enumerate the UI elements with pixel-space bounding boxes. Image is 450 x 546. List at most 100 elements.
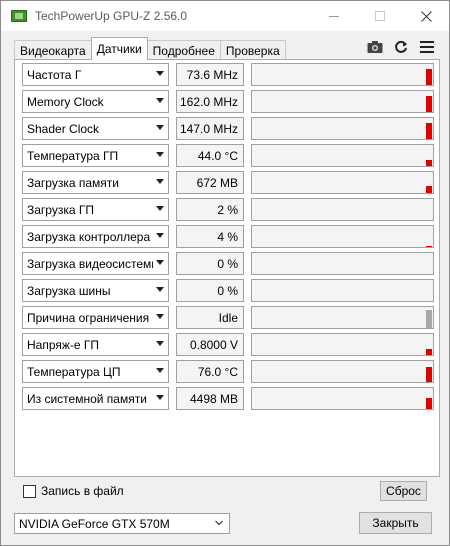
sensor-graph[interactable] xyxy=(251,90,434,113)
sensor-graph[interactable] xyxy=(251,333,434,356)
sensor-row: Загрузка шины 0 % xyxy=(22,279,434,302)
dropdown-arrow-icon xyxy=(156,314,164,319)
sensor-name-dropdown[interactable]: Загрузка памяти xyxy=(22,171,169,194)
sensor-row: Загрузка видеосистемы 0 % xyxy=(22,252,434,275)
sensors-panel: Частота Г 73.6 MHz Memory Clock 162.0 MHz Sh… xyxy=(14,59,440,477)
close-window-button[interactable] xyxy=(403,1,449,31)
sensor-value: 76.0 °C xyxy=(176,360,244,383)
sensor-graph-bar xyxy=(426,160,432,166)
dropdown-arrow-icon xyxy=(156,125,164,130)
window-controls xyxy=(311,1,449,31)
sensor-name-dropdown[interactable]: Напряж-е ГП xyxy=(22,333,169,356)
sensor-graph-bar xyxy=(426,69,432,85)
tab-graphics-card[interactable]: Видеокарта xyxy=(14,40,92,60)
sensor-name-label: Memory Clock xyxy=(27,94,104,109)
sensor-graph[interactable] xyxy=(251,144,434,167)
dropdown-arrow-icon xyxy=(156,179,164,184)
dropdown-arrow-icon xyxy=(156,395,164,400)
sensor-graph-bar xyxy=(426,349,432,355)
sensor-graph-bar xyxy=(426,310,432,328)
menu-icon[interactable] xyxy=(419,39,435,55)
minimize-button[interactable] xyxy=(311,1,357,31)
sensor-graph[interactable] xyxy=(251,171,434,194)
sensor-name-dropdown[interactable]: Загрузка ГП xyxy=(22,198,169,221)
log-to-file-row[interactable]: Запись в файл xyxy=(23,484,124,498)
sensor-graph-bar xyxy=(426,367,432,382)
sensor-row: Загрузка контроллера памяти 4 % xyxy=(22,225,434,248)
sensor-graph-bar xyxy=(426,96,432,112)
sensor-graph[interactable] xyxy=(251,117,434,140)
minimize-icon xyxy=(329,15,339,17)
sensor-graph[interactable] xyxy=(251,225,434,248)
toolbar xyxy=(367,39,435,55)
sensor-name-label: Загрузка памяти xyxy=(27,175,119,190)
sensor-value: Idle xyxy=(176,306,244,329)
sensor-graph-bar xyxy=(426,398,432,409)
log-to-file-label: Запись в файл xyxy=(41,484,124,498)
sensor-name-label: Загрузка видеосистемы xyxy=(27,256,153,271)
sensor-graph[interactable] xyxy=(251,279,434,302)
sensor-name-label: Shader Clock xyxy=(27,121,100,136)
sensor-row: Загрузка ГП 2 % xyxy=(22,198,434,221)
maximize-button[interactable] xyxy=(357,1,403,31)
sensor-value: 44.0 °C xyxy=(176,144,244,167)
refresh-icon[interactable] xyxy=(393,39,409,55)
gpuz-app-icon xyxy=(11,10,27,22)
gpu-select[interactable]: NVIDIA GeForce GTX 570M xyxy=(14,513,230,534)
sensor-name-label: Причина ограничения xyxy=(27,310,150,325)
sensor-name-dropdown[interactable]: Частота Г xyxy=(22,63,169,86)
sensor-name-dropdown[interactable]: Shader Clock xyxy=(22,117,169,140)
sensor-graph[interactable] xyxy=(251,63,434,86)
chevron-down-icon xyxy=(215,520,223,526)
log-to-file-checkbox[interactable] xyxy=(23,484,36,498)
tab-advanced[interactable]: Подробнее xyxy=(146,40,221,60)
gpu-select-value: NVIDIA GeForce GTX 570M xyxy=(19,516,170,531)
camera-icon[interactable] xyxy=(367,39,383,55)
sensor-name-label: Напряж-е ГП xyxy=(27,337,100,352)
sensor-row: Температура ЦП 76.0 °C xyxy=(22,360,434,383)
tab-bar: Видеокарта Датчики Подробнее Проверка xyxy=(1,36,449,60)
sensor-name-label: Частота Г xyxy=(27,67,82,82)
sensor-name-dropdown[interactable]: Причина ограничения xyxy=(22,306,169,329)
sensor-graph[interactable] xyxy=(251,387,434,410)
sensor-value: 162.0 MHz xyxy=(176,90,244,113)
window-title: TechPowerUp GPU-Z 2.56.0 xyxy=(35,9,188,23)
sensor-name-dropdown[interactable]: Загрузка шины xyxy=(22,279,169,302)
sensor-name-label: Загрузка контроллера памяти xyxy=(27,229,153,244)
maximize-icon xyxy=(375,11,385,21)
title-bar[interactable]: TechPowerUp GPU-Z 2.56.0 xyxy=(1,1,449,31)
sensor-name-dropdown[interactable]: Memory Clock xyxy=(22,90,169,113)
tab-sensors[interactable]: Датчики xyxy=(90,37,148,60)
reset-button[interactable]: Сброс xyxy=(380,481,427,501)
sensor-name-label: Загрузка шины xyxy=(27,283,111,298)
dropdown-arrow-icon xyxy=(156,341,164,346)
sensor-name-dropdown[interactable]: Загрузка контроллера памяти xyxy=(22,225,169,248)
sensor-row: Memory Clock 162.0 MHz xyxy=(22,90,434,113)
sensor-name-dropdown[interactable]: Температура ЦП xyxy=(22,360,169,383)
dropdown-arrow-icon xyxy=(156,71,164,76)
sensor-name-dropdown[interactable]: Загрузка видеосистемы xyxy=(22,252,169,275)
sensor-row: Загрузка памяти 672 MB xyxy=(22,171,434,194)
sensor-name-dropdown[interactable]: Температура ГП xyxy=(22,144,169,167)
close-button[interactable]: Закрыть xyxy=(359,512,432,534)
sensor-name-dropdown[interactable]: Из системной памяти xyxy=(22,387,169,410)
sensor-row: Напряж-е ГП 0.8000 V xyxy=(22,333,434,356)
sensor-value: 0 % xyxy=(176,252,244,275)
sensor-row: Shader Clock 147.0 MHz xyxy=(22,117,434,140)
sensor-row: Из системной памяти 4498 MB xyxy=(22,387,434,410)
sensor-value: 73.6 MHz xyxy=(176,63,244,86)
sensor-graph[interactable] xyxy=(251,360,434,383)
sensor-row: Температура ГП 44.0 °C xyxy=(22,144,434,167)
sensor-value: 0 % xyxy=(176,279,244,302)
sensor-value: 4 % xyxy=(176,225,244,248)
sensor-graph[interactable] xyxy=(251,252,434,275)
sensor-value: 672 MB xyxy=(176,171,244,194)
sensor-value: 0.8000 V xyxy=(176,333,244,356)
dropdown-arrow-icon xyxy=(156,287,164,292)
sensor-graph-bar xyxy=(426,246,432,247)
dropdown-arrow-icon xyxy=(156,98,164,103)
sensor-graph[interactable] xyxy=(251,198,434,221)
tab-validation[interactable]: Проверка xyxy=(219,40,286,60)
sensor-row: Причина ограничения Idle xyxy=(22,306,434,329)
sensor-graph[interactable] xyxy=(251,306,434,329)
